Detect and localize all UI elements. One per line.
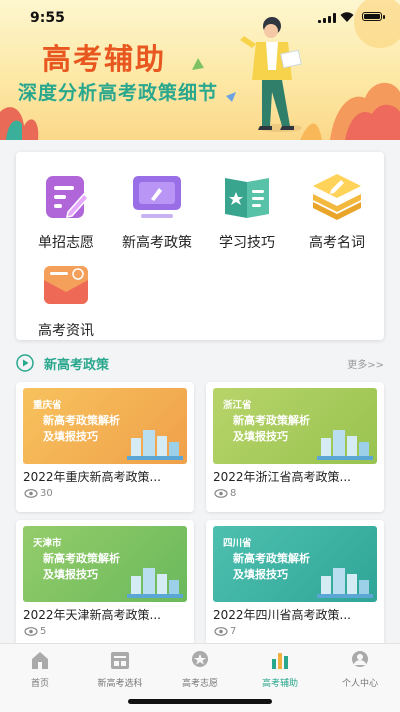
city-illustration-icon: [127, 430, 183, 460]
card-thumbnail: 天津市 新高考政策解析 及填报技巧: [23, 526, 187, 602]
thumb-province: 浙江省: [223, 400, 252, 411]
menu-item-study-tips[interactable]: 学习技巧: [202, 168, 292, 252]
home-indicator: [128, 699, 272, 704]
card-title: 2022年天津新高考政策...: [23, 608, 161, 622]
city-illustration-icon: [317, 430, 373, 460]
menu-item-terms[interactable]: 高考名词: [292, 168, 382, 252]
tab-profile[interactable]: 个人中心: [320, 650, 400, 689]
view-count: 5: [24, 626, 46, 637]
eye-icon: [214, 626, 228, 636]
thumb-line: 及填报技巧: [43, 568, 98, 581]
feature-menu: 单招志愿 新高考政策 学习技巧 高考名词 高考资讯: [16, 152, 384, 340]
policy-screen-icon: [133, 176, 181, 218]
banner-title: 高考辅助: [42, 42, 167, 76]
thumb-line: 及填报技巧: [233, 430, 288, 443]
card-thumbnail: 浙江省 新高考政策解析 及填报技巧: [213, 388, 377, 464]
subject-select-icon: [111, 652, 129, 669]
menu-label: 单招志愿: [38, 235, 94, 251]
view-count: 7: [214, 626, 236, 637]
thumb-line: 及填报技巧: [233, 568, 288, 581]
tab-home[interactable]: 首页: [0, 650, 80, 689]
wifi-icon: [340, 12, 354, 22]
card-title: 2022年重庆新高考政策...: [23, 470, 161, 484]
thumb-line: 新高考政策解析: [233, 552, 310, 565]
tab-label: 高考志愿: [181, 679, 218, 689]
thumb-line: 新高考政策解析: [233, 414, 310, 427]
policy-card[interactable]: 四川省 新高考政策解析 及填报技巧 2022年四川省高考政策... 7: [206, 520, 384, 650]
status-time: 9:55: [30, 10, 65, 26]
menu-item-news[interactable]: 高考资讯: [21, 256, 111, 340]
view-count-value: 7: [230, 626, 237, 637]
study-book-icon: [225, 178, 269, 218]
thumb-line: 新高考政策解析: [43, 414, 120, 427]
menu-item-single-admission[interactable]: 单招志愿: [21, 168, 111, 252]
policy-card[interactable]: 浙江省 新高考政策解析 及填报技巧 2022年浙江省高考政策... 8: [206, 382, 384, 512]
tab-volunteer[interactable]: 高考志愿: [160, 650, 240, 689]
top-banner[interactable]: 9:55 高考辅助 深度分析高考政策细节: [0, 0, 400, 140]
thumb-province: 重庆省: [33, 400, 62, 411]
menu-label: 新高考政策: [122, 235, 192, 251]
menu-label: 高考资讯: [38, 323, 94, 339]
card-title: 2022年四川省高考政策...: [213, 608, 351, 622]
tab-subject-select[interactable]: 新高考选科: [80, 650, 160, 689]
more-link[interactable]: 更多>>: [347, 356, 384, 371]
home-icon: [32, 652, 48, 669]
eye-icon: [24, 626, 38, 636]
tab-label: 高考辅助: [261, 679, 298, 689]
term-stack-icon: [313, 174, 361, 220]
city-illustration-icon: [317, 568, 373, 598]
card-title: 2022年浙江省高考政策...: [213, 470, 351, 484]
eye-icon: [214, 488, 228, 498]
banner-subtitle: 深度分析高考政策细节: [18, 82, 219, 104]
menu-item-policy[interactable]: 新高考政策: [112, 168, 202, 252]
single-admission-icon: [46, 176, 90, 218]
card-thumbnail: 四川省 新高考政策解析 及填报技巧: [213, 526, 377, 602]
thumb-province: 四川省: [223, 538, 252, 549]
tab-label: 新高考选科: [97, 679, 143, 689]
section-header: 新高考政策 更多>>: [16, 352, 384, 376]
view-count: 30: [24, 488, 53, 499]
signal-icon: [318, 13, 336, 23]
tab-assist[interactable]: 高考辅助: [240, 650, 320, 689]
menu-label: 高考名词: [309, 235, 365, 251]
section-title: 新高考政策: [44, 358, 110, 373]
status-bar: 9:55: [0, 0, 400, 30]
view-count-value: 5: [40, 626, 47, 637]
menu-label: 学习技巧: [219, 235, 275, 251]
play-circle-icon: [16, 354, 34, 372]
city-illustration-icon: [127, 568, 183, 598]
view-count: 8: [214, 488, 236, 499]
news-envelope-icon: [44, 266, 88, 304]
view-count-value: 30: [40, 488, 53, 499]
tab-label: 首页: [30, 679, 49, 689]
policy-card[interactable]: 天津市 新高考政策解析 及填报技巧 2022年天津新高考政策... 5: [16, 520, 194, 650]
thumb-province: 天津市: [33, 538, 62, 549]
battery-icon: [362, 12, 385, 21]
eye-icon: [24, 488, 38, 498]
thumb-line: 新高考政策解析: [43, 552, 120, 565]
profile-icon: [352, 651, 368, 667]
assist-chart-icon: [272, 653, 288, 669]
volunteer-icon: [192, 651, 208, 667]
card-thumbnail: 重庆省 新高考政策解析 及填报技巧: [23, 388, 187, 464]
thumb-line: 及填报技巧: [43, 430, 98, 443]
policy-card[interactable]: 重庆省 新高考政策解析 及填报技巧 2022年重庆新高考政策... 30: [16, 382, 194, 512]
view-count-value: 8: [230, 488, 237, 499]
tab-label: 个人中心: [341, 679, 378, 689]
